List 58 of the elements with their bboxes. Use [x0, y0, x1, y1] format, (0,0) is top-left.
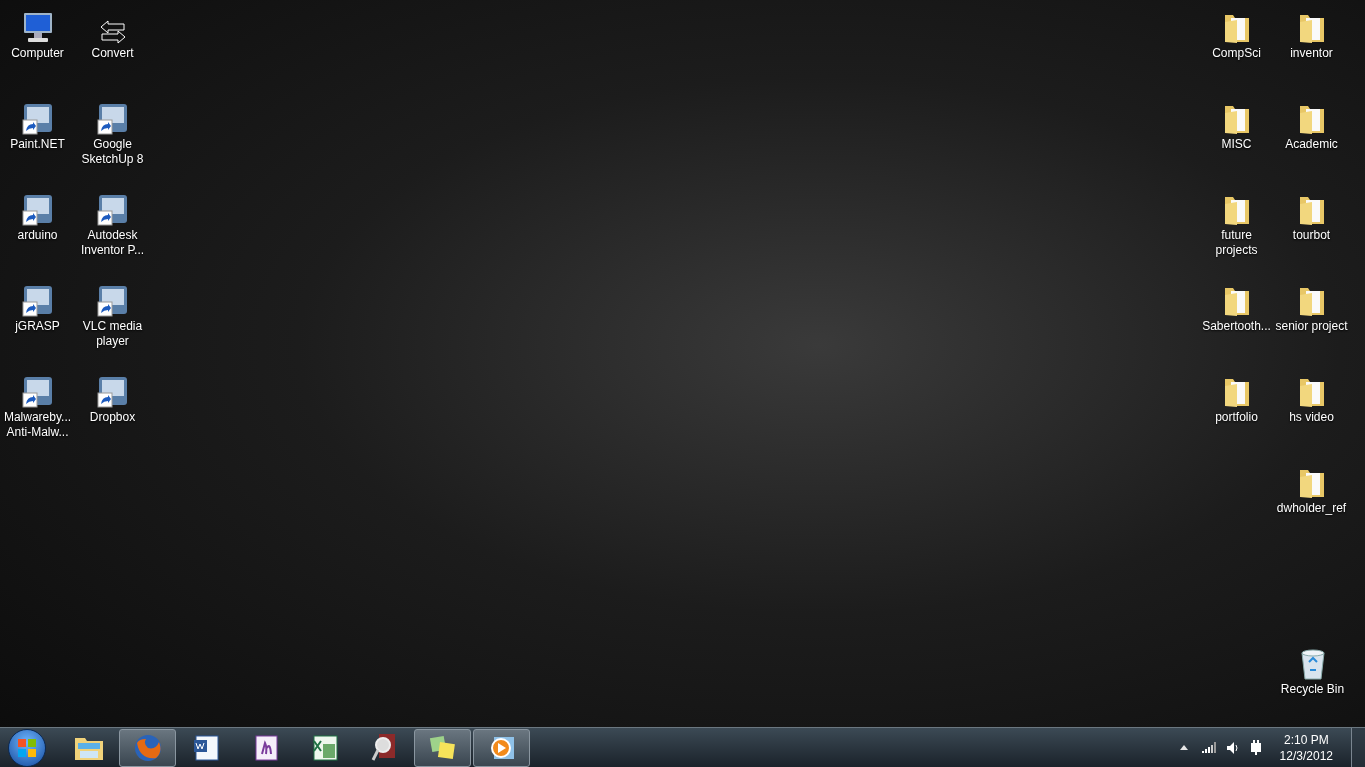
document-w-icon — [192, 733, 221, 762]
desktop-icon-label[interactable]: dwholder_ref — [1274, 501, 1349, 516]
desktop-icon-label[interactable]: Google SketchUp 8 — [75, 137, 150, 167]
taskbar-button[interactable] — [414, 728, 471, 767]
folder-icon — [1297, 194, 1326, 226]
desktop-icon-label[interactable]: future projects — [1199, 228, 1274, 258]
signal-icon[interactable] — [1201, 742, 1216, 753]
desktop-icon-label[interactable]: Malwareby... Anti-Malw... — [0, 410, 75, 440]
shortcut-app-icon — [21, 376, 54, 408]
desktop-icon-label[interactable]: arduino — [0, 228, 75, 243]
power-plug-icon[interactable] — [1249, 740, 1262, 755]
desktop-icon-label[interactable]: jGRASP — [0, 319, 75, 334]
folder-icon — [1297, 103, 1326, 135]
magnifier-book-icon — [370, 732, 397, 763]
shortcut-app-icon — [21, 194, 54, 226]
show-hidden-icons-arrow-icon[interactable] — [1179, 745, 1188, 750]
desktop-icon-label[interactable]: Autodesk Inventor P... — [75, 228, 150, 258]
show-desktop-button[interactable] — [1351, 728, 1365, 767]
desktop-icon-label[interactable]: Paint.NET — [0, 137, 75, 152]
folder-icon — [1222, 285, 1251, 317]
shortcut-app-icon — [96, 285, 129, 317]
sticky-notes-icon — [427, 734, 458, 761]
folder-icon — [1297, 376, 1326, 408]
speaker-icon[interactable] — [1225, 740, 1240, 755]
desktop-icon-label[interactable]: Computer — [0, 46, 75, 61]
shortcut-app-icon — [96, 103, 129, 135]
shortcut-app-icon — [21, 285, 54, 317]
windows-logo-icon — [16, 736, 38, 759]
desktop-icon-label[interactable]: tourbot — [1274, 228, 1349, 243]
shortcut-app-icon — [21, 103, 54, 135]
desktop-icon-label[interactable]: Academic — [1274, 137, 1349, 152]
desktop-icon-label[interactable]: VLC media player — [75, 319, 150, 349]
desktop-icon-label[interactable]: inventor — [1274, 46, 1349, 61]
desktop-icon-label[interactable]: Sabertooth... — [1199, 319, 1274, 334]
shortcut-app-icon — [96, 376, 129, 408]
folder-icon — [1297, 467, 1326, 499]
desktop-icon-label[interactable]: Convert — [75, 46, 150, 61]
desktop-icon-label[interactable]: CompSci — [1199, 46, 1274, 61]
start-button[interactable] — [8, 728, 46, 767]
desktop-icon-label[interactable]: senior project — [1274, 319, 1349, 334]
folder-icon — [1297, 285, 1326, 317]
shortcut-app-icon — [96, 194, 129, 226]
clock[interactable]: 2:10 PM 12/3/2012 — [1279, 731, 1333, 764]
desktop-icon-label[interactable]: hs video — [1274, 410, 1349, 425]
spreadsheet-x-icon — [310, 733, 339, 762]
double-arrow-icon — [98, 20, 127, 44]
folder-icon — [1222, 12, 1251, 44]
folder-icon — [1222, 103, 1251, 135]
taskbar-button[interactable] — [473, 728, 530, 767]
desktop-icon-label[interactable]: MISC — [1199, 137, 1274, 152]
desktop-icon-label[interactable]: Recycle Bin — [1275, 682, 1350, 697]
folder-icon — [1222, 194, 1251, 226]
folder-icon — [1297, 12, 1326, 44]
desktop-icon-label[interactable]: Dropbox — [75, 410, 150, 425]
folder-icon — [1222, 376, 1251, 408]
globe-fox-icon — [133, 733, 162, 762]
recycle-bin-icon — [1299, 648, 1326, 680]
desktop-icon-label[interactable]: portfolio — [1199, 410, 1274, 425]
